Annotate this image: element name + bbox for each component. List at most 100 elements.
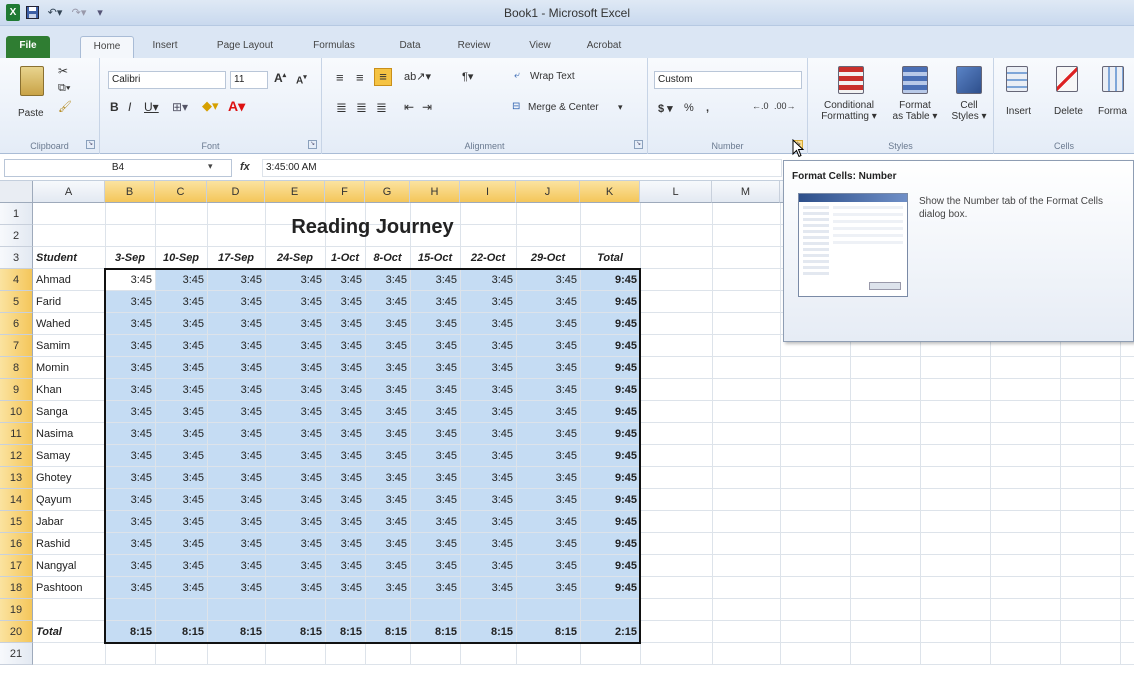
row-header-11[interactable]: 11 xyxy=(0,423,33,445)
tab-view[interactable]: View xyxy=(522,36,558,58)
clipboard-launcher-icon[interactable]: ↘ xyxy=(86,140,95,149)
row-header-10[interactable]: 10 xyxy=(0,401,33,423)
formula-input[interactable]: 3:45:00 AM xyxy=(262,159,782,177)
header-date[interactable]: 8-Oct xyxy=(368,247,407,269)
font-launcher-icon[interactable]: ↘ xyxy=(308,140,317,149)
currency-icon[interactable]: $ ▾ xyxy=(658,102,673,115)
row-header-19[interactable]: 19 xyxy=(0,599,33,621)
student-name[interactable]: Nasima xyxy=(36,423,102,445)
bottom-align-icon[interactable]: ≡ xyxy=(374,68,392,86)
row-header-6[interactable]: 6 xyxy=(0,313,33,335)
header-date[interactable]: 1-Oct xyxy=(328,247,362,269)
column-header-C[interactable]: C xyxy=(155,181,207,203)
decrease-decimal-icon[interactable]: .00→ xyxy=(774,101,796,111)
student-name[interactable]: Rashid xyxy=(36,533,102,555)
wrap-text-button[interactable]: Wrap Text xyxy=(530,71,575,82)
format-cells-icon[interactable] xyxy=(1102,66,1124,92)
copy-icon[interactable]: ⧉▾ xyxy=(58,82,70,95)
column-header-L[interactable]: L xyxy=(640,181,712,203)
insert-button[interactable]: Insert xyxy=(1006,106,1031,117)
row-header-17[interactable]: 17 xyxy=(0,555,33,577)
row-header-5[interactable]: 5 xyxy=(0,291,33,313)
student-name[interactable]: Farid xyxy=(36,291,102,313)
row-header-15[interactable]: 15 xyxy=(0,511,33,533)
text-direction-icon[interactable]: ¶▾ xyxy=(462,70,473,83)
font-size-box[interactable]: 11 xyxy=(230,71,268,89)
format-button[interactable]: Forma xyxy=(1098,106,1127,117)
row-header-3[interactable]: 3 xyxy=(0,247,33,269)
row-header-16[interactable]: 16 xyxy=(0,533,33,555)
borders-icon[interactable]: ⊞▾ xyxy=(172,100,188,114)
student-name[interactable]: Sanga xyxy=(36,401,102,423)
format-as-table-icon[interactable] xyxy=(902,66,928,94)
format-as-table-button[interactable]: Format as Table ▾ xyxy=(886,100,944,122)
format-painter-icon[interactable]: 🖌 xyxy=(58,100,72,113)
student-name[interactable]: Samim xyxy=(36,335,102,357)
tab-formulas[interactable]: Formulas xyxy=(308,36,360,58)
name-box[interactable]: B4 xyxy=(4,159,232,177)
column-header-H[interactable]: H xyxy=(410,181,460,203)
header-date[interactable]: Total xyxy=(583,247,637,269)
total-label[interactable]: Total xyxy=(36,621,102,643)
number-format-box[interactable]: Custom xyxy=(654,71,802,89)
row-header-13[interactable]: 13 xyxy=(0,467,33,489)
paste-icon[interactable] xyxy=(20,66,44,96)
student-name[interactable]: Qayum xyxy=(36,489,102,511)
row-header-9[interactable]: 9 xyxy=(0,379,33,401)
tab-review[interactable]: Review xyxy=(450,36,498,58)
column-header-I[interactable]: I xyxy=(460,181,516,203)
row-header-18[interactable]: 18 xyxy=(0,577,33,599)
column-header-B[interactable]: B xyxy=(105,181,155,203)
row-header-1[interactable]: 1 xyxy=(0,203,33,225)
comma-icon[interactable]: , xyxy=(706,102,709,114)
sheet-title[interactable]: Reading Journey xyxy=(105,203,640,247)
row-header-12[interactable]: 12 xyxy=(0,445,33,467)
tab-data[interactable]: Data xyxy=(392,36,428,58)
column-header-M[interactable]: M xyxy=(712,181,780,203)
top-align-icon[interactable]: ≡ xyxy=(336,70,344,85)
font-color-icon[interactable]: A▾ xyxy=(228,98,245,115)
row-header-2[interactable]: 2 xyxy=(0,225,33,247)
conditional-formatting-icon[interactable] xyxy=(838,66,864,94)
percent-icon[interactable]: % xyxy=(684,102,694,114)
merge-dropdown-icon[interactable]: ▾ xyxy=(618,102,623,113)
alignment-launcher-icon[interactable]: ↘ xyxy=(634,140,643,149)
student-name[interactable]: Pashtoon xyxy=(36,577,102,599)
tab-insert[interactable]: Insert xyxy=(144,36,186,58)
orientation-icon[interactable]: ab↗▾ xyxy=(404,70,431,83)
merge-center-button[interactable]: Merge & Center xyxy=(528,102,599,113)
header-date[interactable]: 22-Oct xyxy=(463,247,513,269)
row-header-8[interactable]: 8 xyxy=(0,357,33,379)
header-date[interactable]: 24-Sep xyxy=(268,247,322,269)
row-header-7[interactable]: 7 xyxy=(0,335,33,357)
fill-color-icon[interactable]: ◆▾ xyxy=(202,98,219,114)
column-header-J[interactable]: J xyxy=(516,181,580,203)
decrease-indent-icon[interactable]: ⇤ xyxy=(404,100,414,114)
column-header-F[interactable]: F xyxy=(325,181,365,203)
merge-center-icon[interactable]: ⊟ xyxy=(512,101,520,112)
wrap-text-icon[interactable]: ⤶ xyxy=(514,70,520,81)
font-name-box[interactable]: Calibri xyxy=(108,71,226,89)
row-header-4[interactable]: 4 xyxy=(0,269,33,291)
increase-decimal-icon[interactable]: ←.0 xyxy=(752,101,769,111)
name-box-dropdown-icon[interactable]: ▾ xyxy=(208,161,213,172)
column-header-E[interactable]: E xyxy=(265,181,325,203)
insert-function-icon[interactable]: fx xyxy=(240,161,250,173)
cell-styles-button[interactable]: Cell Styles ▾ xyxy=(946,100,992,122)
delete-button[interactable]: Delete xyxy=(1054,106,1083,117)
cell-styles-icon[interactable] xyxy=(956,66,982,94)
conditional-formatting-button[interactable]: Conditional Formatting ▾ xyxy=(814,100,884,122)
bold-icon[interactable]: B xyxy=(110,100,119,114)
align-right-icon[interactable]: ≣ xyxy=(376,100,387,116)
align-left-icon[interactable]: ≣ xyxy=(336,100,347,116)
delete-cells-icon[interactable] xyxy=(1056,66,1078,92)
align-center-icon[interactable]: ≣ xyxy=(356,100,367,116)
column-header-G[interactable]: G xyxy=(365,181,410,203)
increase-indent-icon[interactable]: ⇥ xyxy=(422,100,432,114)
column-header-K[interactable]: K xyxy=(580,181,640,203)
student-name[interactable]: Khan xyxy=(36,379,102,401)
student-name[interactable]: Samay xyxy=(36,445,102,467)
header-student[interactable]: Student xyxy=(36,247,102,269)
column-header-A[interactable]: A xyxy=(33,181,105,203)
italic-icon[interactable]: I xyxy=(128,100,131,114)
